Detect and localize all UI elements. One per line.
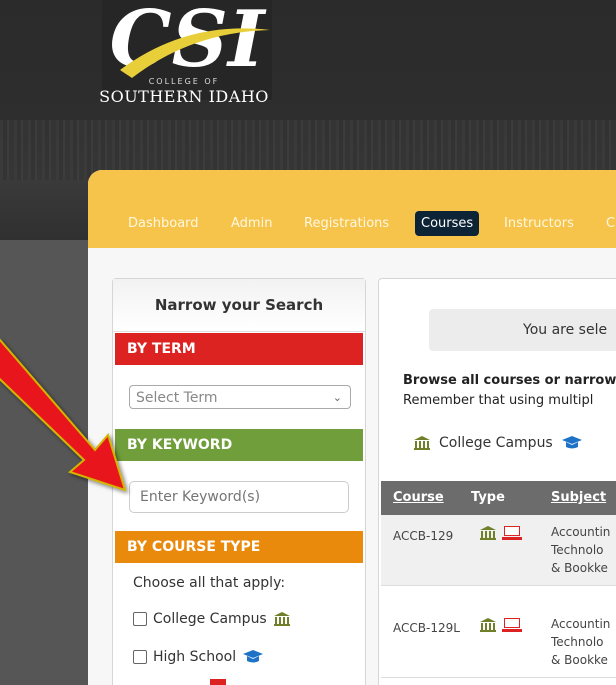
type-icons xyxy=(479,525,523,541)
nav-registrations[interactable]: Registrations xyxy=(304,216,389,231)
legend-campus-label: College Campus xyxy=(439,435,553,451)
subject-line: Accountin xyxy=(551,617,611,631)
logo-college-of: COLLEGE OF xyxy=(148,77,220,86)
checkbox-campus[interactable] xyxy=(133,612,147,626)
nav-more[interactable]: C xyxy=(606,216,615,231)
type-option-campus[interactable]: College Campus xyxy=(133,611,291,627)
subject-cell: Accountin Technolo & Bookke xyxy=(551,615,616,669)
subject-line: & Bookke xyxy=(551,653,608,667)
browse-text: Browse all courses or narrow xyxy=(403,373,616,388)
course-code[interactable]: ACCB-129 xyxy=(393,529,453,543)
header-subject[interactable]: Subject xyxy=(551,490,606,505)
building-columns-icon xyxy=(480,526,496,540)
subject-line: Technolo xyxy=(551,543,604,557)
subject-line: Technolo xyxy=(551,635,604,649)
keyword-input[interactable] xyxy=(129,481,349,513)
building-columns-icon xyxy=(273,612,290,626)
nav-admin[interactable]: Admin xyxy=(231,216,272,231)
course-results: You are sele Browse all courses or narro… xyxy=(378,278,616,685)
header-type: Type xyxy=(471,490,505,505)
checkbox-high-school[interactable] xyxy=(133,650,147,664)
chevron-down-icon: ⌄ xyxy=(332,391,342,404)
type-legend: College Campus xyxy=(413,435,583,451)
building-columns-icon xyxy=(414,436,430,450)
course-type-heading: BY COURSE TYPE xyxy=(115,531,363,563)
type-option-high-school[interactable]: High School xyxy=(133,649,264,665)
header-course[interactable]: Course xyxy=(393,490,444,505)
selection-notice: You are sele xyxy=(429,309,616,351)
subject-cell: Accountin Technolo & Bookke xyxy=(551,523,616,577)
laptop-icon xyxy=(501,526,522,540)
remember-text: Remember that using multipl xyxy=(403,393,594,408)
table-row[interactable]: ACCB-129 Accountin Technolo & Bookke xyxy=(381,515,616,586)
top-nav: Dashboard Admin Registrations Courses In… xyxy=(88,170,616,248)
term-select[interactable]: Select Term ⌄ xyxy=(129,385,351,409)
red-arrow-annotation xyxy=(0,338,127,492)
logo-name: SOUTHERN IDAHO xyxy=(99,87,269,106)
building-columns-icon xyxy=(480,618,496,632)
nav-dashboard[interactable]: Dashboard xyxy=(128,216,199,231)
nav-instructors[interactable]: Instructors xyxy=(504,216,574,231)
nav-courses[interactable]: Courses xyxy=(415,211,480,236)
option-label: High School xyxy=(153,649,237,665)
option-label: College Campus xyxy=(153,611,267,627)
table-row[interactable]: ACCB-129L Accountin Technolo & Bookke xyxy=(381,607,616,678)
laptop-icon xyxy=(210,679,226,685)
laptop-icon xyxy=(501,618,522,632)
subject-line: Accountin xyxy=(551,525,611,539)
graduation-cap-icon xyxy=(243,650,264,663)
table-header: Course Type Subject xyxy=(381,481,616,515)
choose-label: Choose all that apply: xyxy=(133,575,286,591)
course-code[interactable]: ACCB-129L xyxy=(393,621,460,635)
subject-line: & Bookke xyxy=(551,561,608,575)
graduation-cap-icon xyxy=(561,436,582,449)
content-panel: Dashboard Admin Registrations Courses In… xyxy=(88,170,616,685)
type-icons xyxy=(479,617,523,633)
